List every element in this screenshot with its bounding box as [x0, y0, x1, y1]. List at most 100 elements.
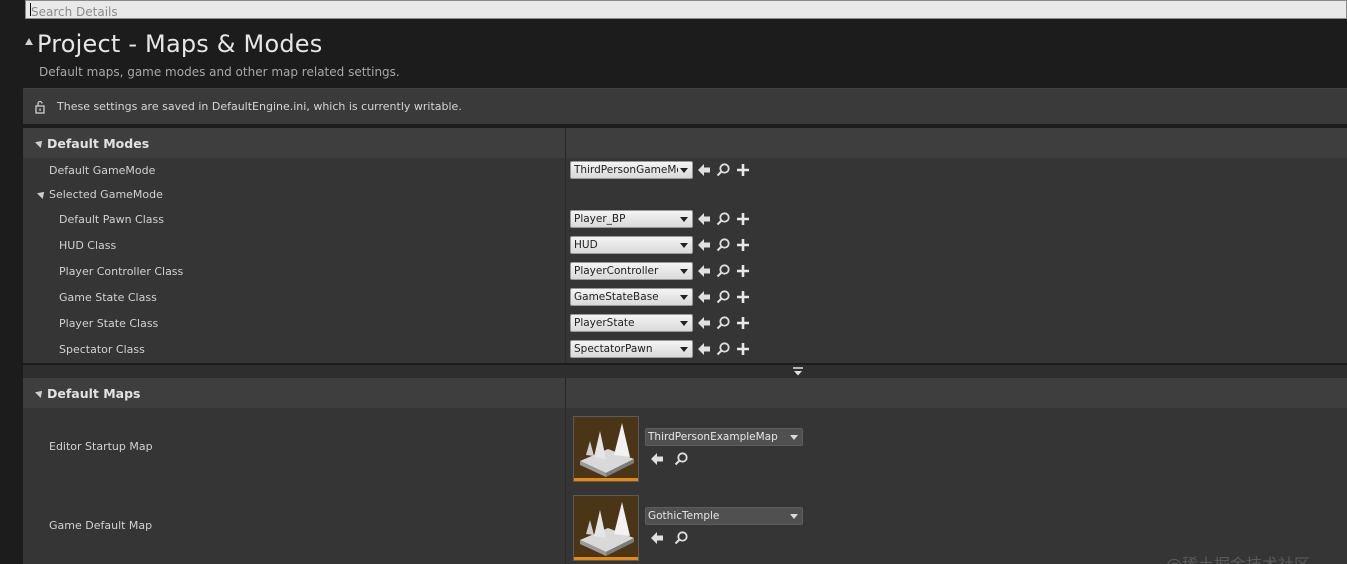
map-thumbnail-icon	[580, 423, 634, 477]
expand-triangle-icon[interactable]	[35, 138, 45, 148]
chevron-down-icon	[680, 217, 688, 222]
dropdown-value: HUD	[574, 239, 598, 251]
chevron-down-icon	[680, 243, 688, 248]
chevron-down-icon	[680, 321, 688, 326]
asset-type-bar	[574, 478, 638, 481]
chevron-down-icon	[790, 514, 798, 519]
default-modes-rows: Default GameMode ThirdPersonGameMo Selec…	[23, 158, 1347, 363]
class-dropdown[interactable]: PlayerController	[570, 262, 693, 280]
search-box[interactable]	[25, 0, 1347, 21]
property-label: Game Default Map	[49, 519, 153, 532]
class-dropdown[interactable]: Player_BP	[570, 210, 693, 228]
add-plus-icon[interactable]	[735, 162, 751, 178]
section-title: Default Modes	[47, 136, 150, 151]
property-row: Default Pawn Class Player_BP	[23, 207, 1347, 233]
property-row-game-default-map: Game Default Map GothicTemple	[23, 487, 1347, 564]
expand-triangle-icon[interactable]	[37, 189, 47, 199]
dropdown-value: Player_BP	[574, 213, 626, 225]
browse-search-icon[interactable]	[715, 289, 731, 305]
title-collapse-icon[interactable]	[25, 38, 33, 45]
dropdown-value: GameStateBase	[574, 291, 659, 303]
property-row: Player Controller Class PlayerController	[23, 259, 1347, 285]
add-plus-icon[interactable]	[735, 263, 751, 279]
map-dropdown[interactable]: ThirdPersonExampleMap	[645, 428, 803, 446]
browse-search-icon[interactable]	[715, 162, 731, 178]
add-plus-icon[interactable]	[735, 289, 751, 305]
chevron-down-icon	[790, 435, 798, 440]
property-group-selected-gamemode[interactable]: Selected GameMode	[23, 183, 1347, 207]
lock-icon	[35, 100, 45, 114]
property-row-default-gamemode: Default GameMode ThirdPersonGameMo	[23, 158, 1347, 183]
class-dropdown[interactable]: HUD	[570, 236, 693, 254]
property-row-editor-startup-map: Editor Startup Map ThirdPersonExampleMap	[23, 408, 1347, 487]
group-label: Selected GameMode	[49, 188, 163, 201]
page-title: Project - Maps & Modes	[37, 30, 323, 58]
browse-search-icon[interactable]	[715, 237, 731, 253]
browse-search-icon[interactable]	[715, 315, 731, 331]
collapse-arrow-icon[interactable]	[792, 367, 804, 377]
dropdown-value: ThirdPersonExampleMap	[648, 431, 778, 443]
class-dropdown[interactable]: SpectatorPawn	[570, 340, 693, 358]
use-selected-arrow-icon[interactable]	[696, 162, 712, 178]
map-thumbnail[interactable]	[573, 416, 639, 482]
watermark: @稀土掘金技术社区	[1166, 551, 1310, 564]
use-selected-arrow-icon[interactable]	[696, 315, 712, 331]
use-selected-arrow-icon[interactable]	[696, 341, 712, 357]
search-input[interactable]	[26, 3, 1346, 21]
config-notice-bar: These settings are saved in DefaultEngin…	[23, 88, 1347, 124]
section-header-default-maps[interactable]: Default Maps	[23, 378, 1347, 408]
section-default-modes: Default Modes Default GameMode ThirdPers…	[23, 128, 1347, 363]
map-thumbnail-icon	[580, 502, 634, 556]
browse-search-icon[interactable]	[715, 263, 731, 279]
property-row: Game State Class GameStateBase	[23, 285, 1347, 311]
section-title: Default Maps	[47, 386, 141, 401]
browse-search-icon[interactable]	[673, 451, 689, 467]
dropdown-value: PlayerState	[574, 317, 635, 329]
dropdown-value: ThirdPersonGameMo	[574, 164, 678, 176]
use-selected-arrow-icon[interactable]	[649, 451, 665, 467]
property-row: Player State Class PlayerState	[23, 311, 1347, 337]
property-row: Spectator Class SpectatorPawn	[23, 337, 1347, 363]
property-label: Player State Class	[59, 317, 159, 330]
column-divider	[565, 378, 566, 408]
asset-type-bar	[574, 557, 638, 560]
add-plus-icon[interactable]	[735, 211, 751, 227]
left-edge	[0, 0, 20, 564]
dropdown-value: SpectatorPawn	[574, 343, 653, 355]
property-label: Game State Class	[59, 291, 157, 304]
text-caret	[30, 3, 31, 16]
use-selected-arrow-icon[interactable]	[649, 530, 665, 546]
add-plus-icon[interactable]	[735, 237, 751, 253]
map-thumbnail[interactable]	[573, 495, 639, 561]
expand-triangle-icon[interactable]	[35, 388, 45, 398]
chevron-down-icon	[680, 269, 688, 274]
use-selected-arrow-icon[interactable]	[696, 211, 712, 227]
property-row: HUD Class HUD	[23, 233, 1347, 259]
use-selected-arrow-icon[interactable]	[696, 237, 712, 253]
property-label: Spectator Class	[59, 343, 145, 356]
browse-search-icon[interactable]	[673, 530, 689, 546]
browse-search-icon[interactable]	[715, 211, 731, 227]
notice-text: These settings are saved in DefaultEngin…	[57, 100, 462, 113]
property-label: Default GameMode	[49, 164, 156, 177]
property-label: Default Pawn Class	[59, 213, 164, 226]
section-default-maps: Default Maps Editor Startup Map ThirdPer…	[23, 378, 1347, 564]
section-header-default-modes[interactable]: Default Modes	[23, 128, 1347, 158]
class-dropdown[interactable]: GameStateBase	[570, 288, 693, 306]
map-dropdown[interactable]: GothicTemple	[645, 507, 803, 525]
page-description: Default maps, game modes and other map r…	[39, 65, 400, 79]
gamemode-dropdown[interactable]: ThirdPersonGameMo	[570, 161, 693, 179]
use-selected-arrow-icon[interactable]	[696, 263, 712, 279]
dropdown-value: PlayerController	[574, 265, 659, 277]
default-maps-rows: Editor Startup Map ThirdPersonExampleMap	[23, 408, 1347, 564]
property-label: Player Controller Class	[59, 265, 184, 278]
use-selected-arrow-icon[interactable]	[696, 289, 712, 305]
add-plus-icon[interactable]	[735, 315, 751, 331]
class-dropdown[interactable]: PlayerState	[570, 314, 693, 332]
advanced-expander[interactable]	[23, 365, 1347, 378]
chevron-down-icon	[680, 347, 688, 352]
dropdown-value: GothicTemple	[648, 510, 720, 522]
browse-search-icon[interactable]	[715, 341, 731, 357]
chevron-down-icon	[680, 295, 688, 300]
add-plus-icon[interactable]	[735, 341, 751, 357]
